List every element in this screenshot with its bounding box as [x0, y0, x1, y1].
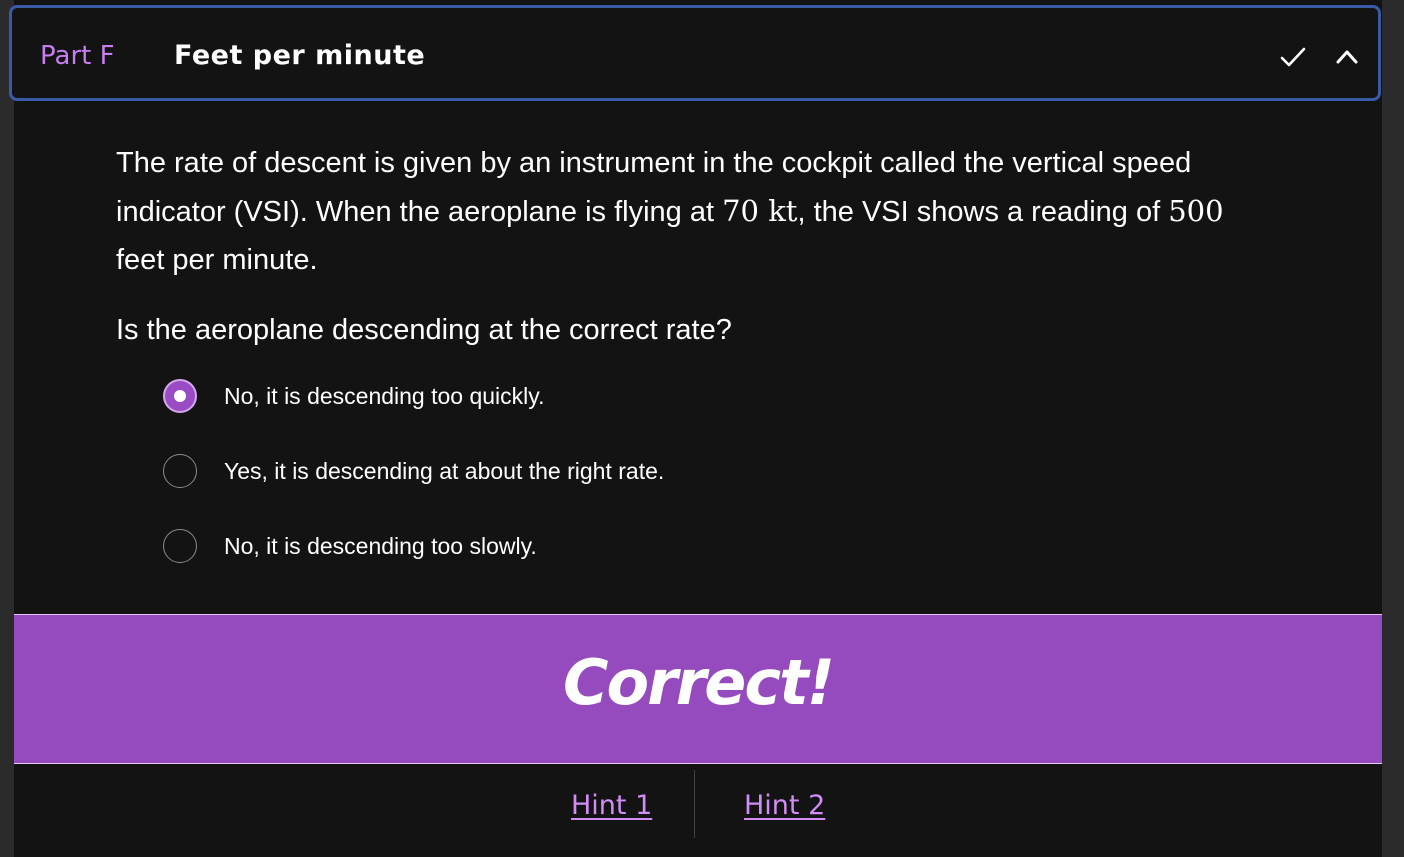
question-prompt: Is the aeroplane descending at the corre…: [116, 314, 732, 346]
hint-2-link[interactable]: Hint 2: [744, 788, 825, 824]
feedback-text: Correct!: [563, 646, 835, 719]
math-speed: 70 kt: [722, 194, 798, 228]
radio-button[interactable]: [163, 454, 197, 488]
math-reading: 500: [1168, 194, 1224, 228]
hint-divider: [694, 770, 695, 838]
option-too-slowly[interactable]: No, it is descending too slowly.: [163, 527, 537, 565]
option-label: No, it is descending too quickly.: [224, 382, 545, 409]
radio-button-selected[interactable]: [163, 379, 197, 413]
feedback-banner: Correct!: [14, 614, 1382, 764]
question-text-part: feet per minute.: [116, 244, 318, 276]
radio-button[interactable]: [163, 529, 197, 563]
chevron-up-icon[interactable]: [1332, 42, 1362, 72]
option-label: Yes, it is descending at about the right…: [224, 457, 665, 484]
option-label: No, it is descending too slowly.: [224, 532, 537, 559]
question-text: The rate of descent is given by an instr…: [116, 139, 1266, 284]
part-header[interactable]: Part F Feet per minute: [9, 5, 1381, 101]
part-title: Feet per minute: [174, 40, 426, 71]
option-too-quickly[interactable]: No, it is descending too quickly.: [163, 377, 544, 415]
hints-bar: Hint 1 Hint 2: [14, 770, 1382, 838]
question-text-part: , the VSI shows a reading of: [797, 196, 1169, 228]
check-icon: [1278, 42, 1308, 72]
option-right-rate[interactable]: Yes, it is descending at about the right…: [163, 452, 664, 490]
hint-1-link[interactable]: Hint 1: [571, 788, 652, 824]
part-label: Part F: [40, 41, 115, 71]
